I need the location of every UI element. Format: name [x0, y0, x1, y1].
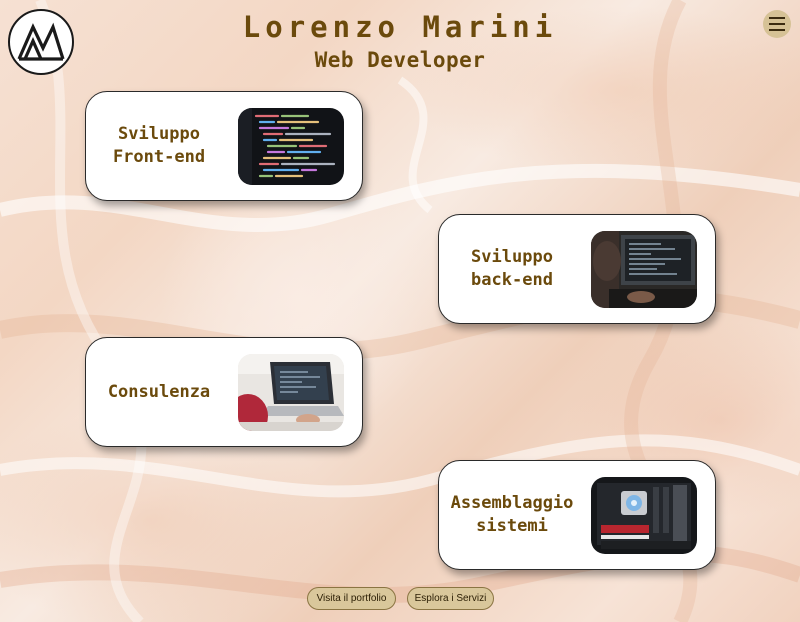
service-card-hardware[interactable]: Assemblaggio sistemi: [438, 460, 716, 570]
developer-monitor-image: [591, 230, 697, 308]
menu-line: [769, 23, 785, 25]
explore-services-button[interactable]: Esplora i Servizi: [407, 587, 494, 610]
service-label: Consulenza: [107, 381, 211, 402]
developer-role: Web Developer: [314, 48, 486, 72]
service-label: Sviluppo back-end: [471, 247, 553, 290]
laptop-consulting-image: [238, 353, 344, 431]
service-card-frontend[interactable]: Sviluppo Front-end: [85, 91, 363, 201]
hamburger-menu-icon[interactable]: [763, 10, 791, 38]
visit-portfolio-button[interactable]: Visita il portfolio: [307, 587, 396, 610]
menu-line: [769, 17, 785, 19]
developer-name: Lorenzo Marini: [242, 10, 558, 44]
service-card-consulting[interactable]: Consulenza: [85, 337, 363, 447]
service-card-backend[interactable]: Sviluppo back-end: [438, 214, 716, 324]
menu-line: [769, 29, 785, 31]
service-label: Sviluppo Front-end: [112, 124, 206, 167]
service-label: Assemblaggio sistemi: [450, 493, 574, 536]
page-header: Lorenzo Marini Web Developer: [0, 10, 800, 74]
pc-hardware-image: [591, 476, 697, 554]
code-screen-image: [238, 107, 344, 185]
